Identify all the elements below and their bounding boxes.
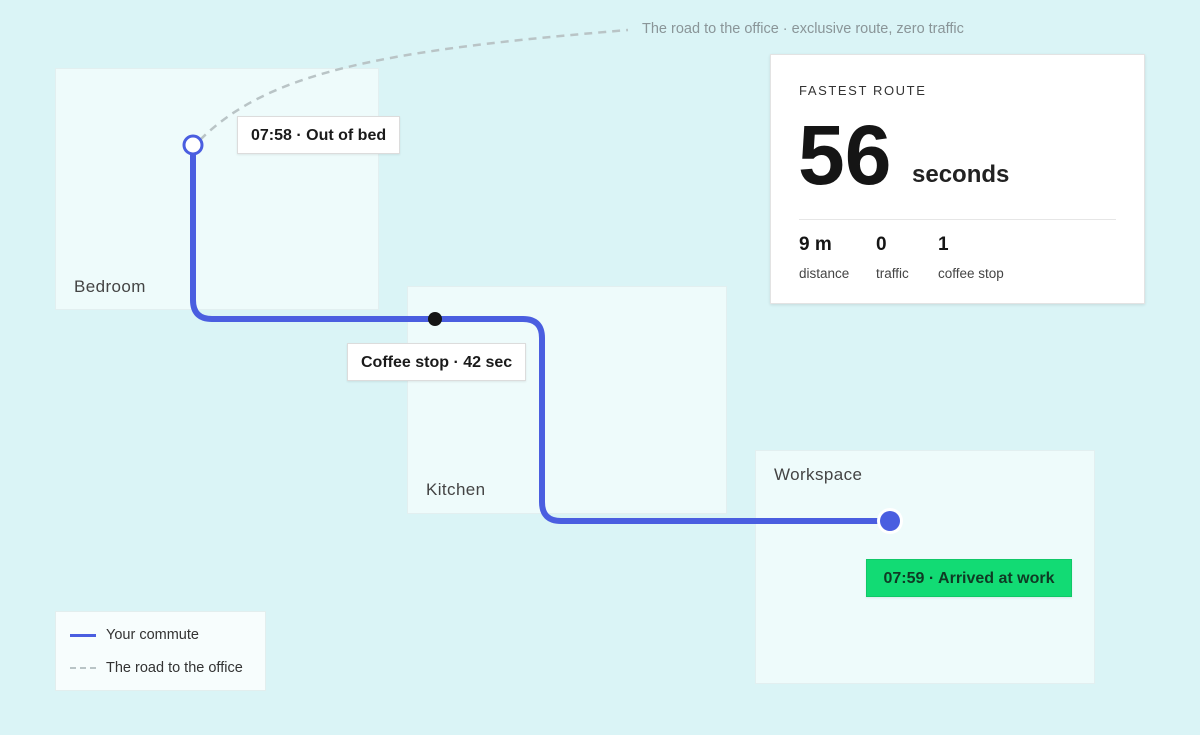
card-divider: [799, 219, 1116, 220]
stat-distance: 9 m distance: [799, 233, 849, 281]
coffee-stop-tag: Coffee stop · 42 sec: [347, 343, 527, 381]
fastest-route-card: FASTEST ROUTE 56 seconds 9 m distance 0 …: [770, 54, 1145, 304]
legend-swatch-dashed: [70, 667, 96, 669]
map-legend: Your commute The road to the office: [55, 611, 266, 691]
start-event-tag: 07:58 · Out of bed: [237, 116, 401, 154]
stat-coffee-label: coffee stop: [938, 266, 1004, 281]
stat-coffee: 1 coffee stop: [938, 233, 1004, 281]
route-duration-value: 56: [798, 108, 892, 202]
office-road-note: The road to the office · exclusive route…: [642, 21, 964, 37]
legend-item-commute: Your commute: [70, 625, 199, 645]
legend-swatch-solid: [70, 633, 96, 637]
route-duration-unit: seconds: [912, 161, 1010, 188]
legend-label-road: The road to the office: [106, 660, 243, 676]
stat-traffic: 0 traffic: [876, 233, 909, 281]
legend-label-commute: Your commute: [106, 627, 199, 643]
stat-distance-label: distance: [799, 266, 850, 281]
card-title: FASTEST ROUTE: [799, 83, 927, 98]
end-marker-dot: [880, 511, 900, 531]
start-marker[interactable]: [182, 134, 204, 156]
arrival-event-tag: 07:59 · Arrived at work: [866, 559, 1072, 597]
stat-traffic-value: 0: [876, 234, 887, 255]
legend-item-road: The road to the office: [70, 658, 243, 678]
stat-traffic-label: traffic: [876, 266, 909, 281]
stat-coffee-value: 1: [938, 234, 949, 255]
stat-distance-value: 9 m: [799, 234, 832, 255]
coffee-stop-marker[interactable]: [428, 312, 442, 326]
